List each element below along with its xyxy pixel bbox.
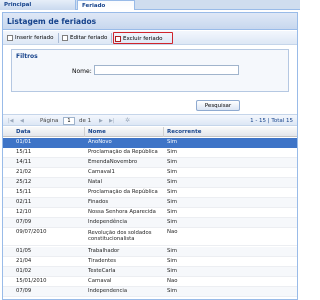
filtros-fieldset: Filtros Nome: [11,49,289,92]
cell-recorrente: Sim [167,209,177,215]
nome-input[interactable] [94,65,239,75]
cell-recorrente: Sim [167,139,177,145]
first-page-icon[interactable]: |◀ [8,118,14,124]
cell-nome: Carnaval [88,278,112,284]
de-label: de 1 [79,118,92,124]
cell-nome: Independência [88,219,128,225]
excluir-feriado-label: Excluir feriado [123,36,163,42]
excluir-feriado-button[interactable]: Excluir feriado [113,32,173,44]
toolbar-separator [111,33,112,43]
table-row[interactable]: 21/04 Tiradentes Sim [3,257,297,267]
table-row[interactable]: 14/11 EmendaNovembro Sim [3,158,297,168]
table-row[interactable]: 25/12 Natal Sim [3,178,297,188]
cell-data: 14/11 [16,159,32,165]
cell-data: 02/11 [16,199,32,205]
toolbar-separator [58,33,59,43]
table-row[interactable]: 12/10 Nossa Senhora Aparecida Sim [3,208,297,218]
tab-principal[interactable]: Principal [0,0,76,10]
table-row[interactable]: 15/01/2010 Carnaval Nao [3,277,297,287]
table-row[interactable]: 02/11 Finados Sim [3,198,297,208]
editar-feriado-label: Editar feriado [70,35,108,41]
cell-recorrente: Sim [167,179,177,185]
table-row[interactable]: 01/05 Trabalhador Sim [3,247,297,257]
cell-data: 01/05 [16,248,32,254]
pesquisar-button[interactable]: Pesquisar [196,100,240,111]
cell-recorrente: Sim [167,199,177,205]
pagina-label: Página [40,118,59,124]
cell-recorrente: Sim [167,189,177,195]
cell-recorrente: Sim [167,149,177,155]
listagem-panel: Listagem de feriados Inserir feriado Edi… [2,12,298,300]
editar-feriado-button[interactable]: Editar feriado [61,32,109,44]
cell-data: 01/01 [16,139,32,145]
cell-nome: Natal [88,179,103,185]
cell-data: 21/02 [16,169,32,175]
column-header-recorrente[interactable]: Recorrente [164,127,297,137]
cell-nome: Tiradentes [88,258,117,264]
cell-data: 12/10 [16,209,32,215]
refresh-icon[interactable]: ✲ [125,118,130,124]
cell-nome: TesteCarla [88,268,116,274]
cell-recorrente: Sim [167,288,177,294]
table-row[interactable]: 15/11 Proclamação da República Sim [3,148,297,158]
inserir-feriado-label: Inserir feriado [15,35,54,41]
cell-nome: Independencia [88,288,128,294]
table-row[interactable]: 21/02 Carnaval1 Sim [3,168,297,178]
cell-data: 07/09 [16,219,32,225]
panel-title: Listagem de feriados [3,13,297,30]
last-page-icon[interactable]: ▶| [109,118,115,124]
cell-recorrente: Sim [167,159,177,165]
cell-data: 21/04 [16,258,32,264]
cell-nome: Proclamação da República [88,149,158,155]
table-row[interactable]: 07/09 Independencia Sim [3,287,297,297]
column-header-nome[interactable]: Nome [85,127,164,137]
column-header-data[interactable]: Data [13,127,85,137]
table-row[interactable]: 09/07/2010 Revolução dos soldados consti… [3,228,297,246]
cell-data: 15/01/2010 [16,278,47,284]
cell-nome: Proclamação da República [88,189,158,195]
table-row[interactable]: 01/01 AnoNovo Sim [3,138,297,148]
page-number-input[interactable]: 1 [63,117,75,125]
cell-recorrente: Sim [167,268,177,274]
cell-nome: Trabalhador [88,248,120,254]
cell-nome: Finados [88,199,109,205]
next-page-icon[interactable]: ▶ [99,118,103,124]
inserir-feriado-button[interactable]: Inserir feriado [6,32,56,44]
cell-nome: Revolução dos soldados constitucionalist… [88,229,152,243]
cell-data: 25/12 [16,179,32,185]
table-row[interactable]: 07/09 Independência Sim [3,218,297,228]
tab-feriado[interactable]: Feriado [77,0,135,10]
edit-icon [62,35,68,41]
filtros-title: Filtros [16,53,38,60]
paging-toolbar: |◀ ◀ Página 1 de 1 ▶ ▶| ✲ 1 - 15 | Total… [3,114,297,126]
add-icon [7,35,13,41]
cell-recorrente: Sim [167,169,177,175]
toolbar: Inserir feriado Editar feriado Excluir f… [3,31,297,45]
cell-recorrente: Sim [167,248,177,254]
nome-label: Nome: [72,68,92,75]
cell-nome: AnoNovo [88,139,112,145]
cell-nome: Carnaval1 [88,169,115,175]
table-row[interactable]: 01/02 TesteCarla Sim [3,267,297,277]
cell-data: 15/11 [16,189,32,195]
cell-recorrente: Nao [167,229,178,235]
grid-body: 01/01 AnoNovo Sim 15/11 Proclamação da R… [3,138,297,300]
cell-data: 15/11 [16,149,32,155]
delete-icon [115,36,121,42]
grid-header: Data Nome Recorrente [3,127,297,137]
cell-data: 01/02 [16,268,32,274]
prev-page-icon[interactable]: ◀ [20,118,24,124]
cell-recorrente: Sim [167,258,177,264]
cell-nome: EmendaNovembro [88,159,138,165]
cell-recorrente: Sim [167,219,177,225]
table-row[interactable]: 15/11 Proclamação da República Sim [3,188,297,198]
tab-bar: Principal Feriado [0,0,300,10]
cell-nome: Nossa Senhora Aparecida [88,209,156,215]
cell-recorrente: Nao [167,278,178,284]
paging-summary: 1 - 15 | Total 15 [250,118,293,124]
cell-data: 07/09 [16,288,32,294]
cell-data: 09/07/2010 [16,229,47,235]
